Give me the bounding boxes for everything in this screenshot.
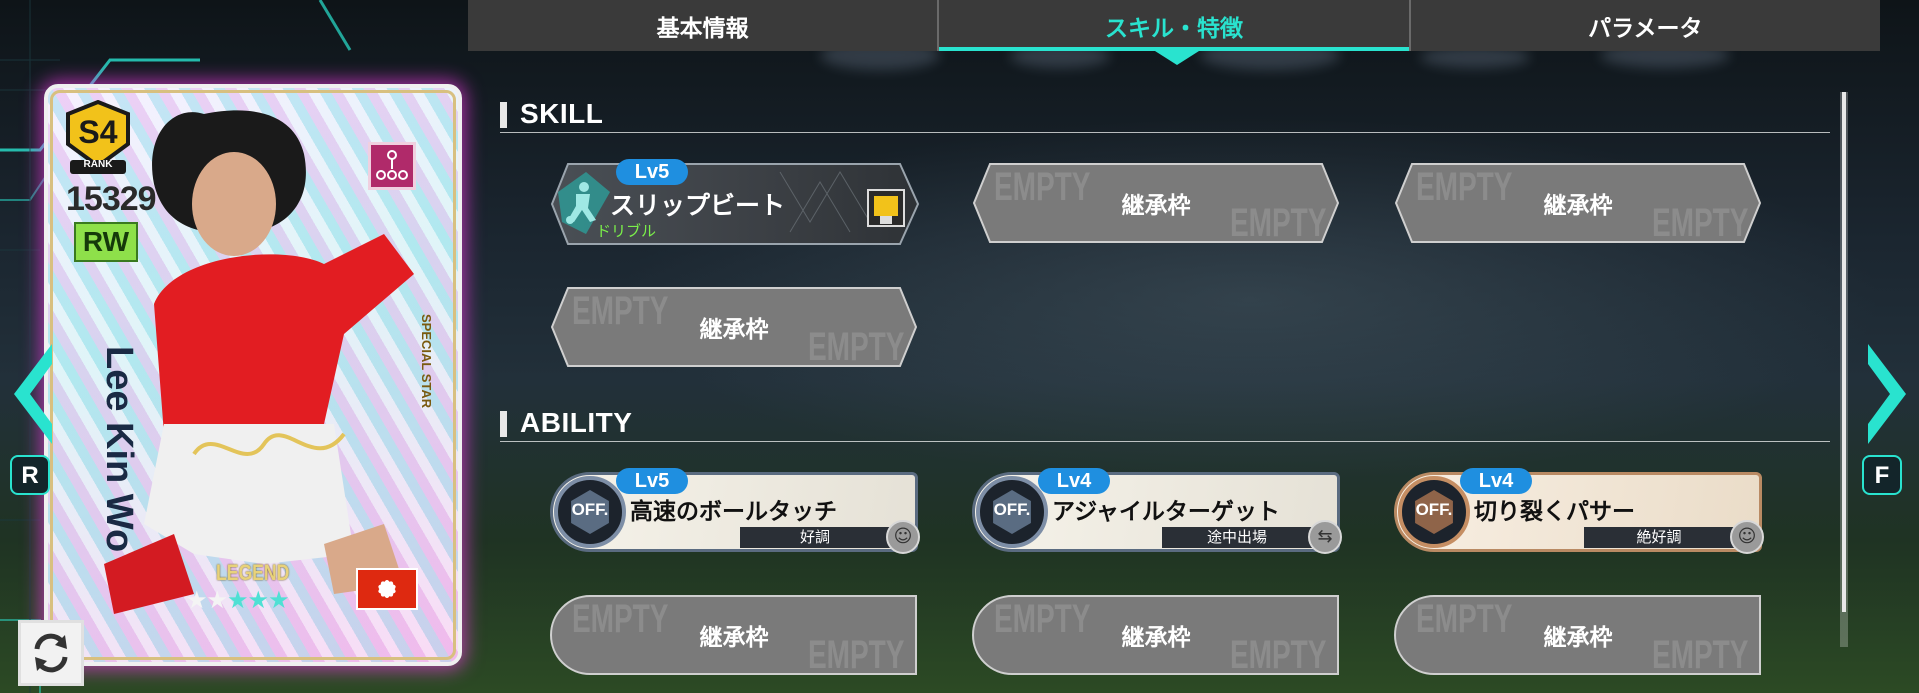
ability-condition: 途中出場 [1162,527,1312,548]
ability-card[interactable]: OFF. Lv4 切り裂くパサー 絶好調 ☺ [1394,468,1764,554]
section-marker [500,102,507,128]
substitute-icon: ⇆ [1308,520,1342,554]
tab-label: パラメータ [1588,15,1703,42]
offense-badge-icon: OFF. [1398,476,1470,548]
tab-label: 基本情報 [656,15,749,42]
ability-name: 高速のボールタッチ [630,499,837,525]
smile-face-icon: ☺ [1730,520,1764,554]
ability-inherit-slot[interactable]: EMPTY EMPTY 継承枠 [972,595,1340,677]
smile-face-icon: ☺ [886,520,920,554]
section-title: ABILITY [520,407,633,438]
ability-name: アジャイルターゲット [1052,499,1280,525]
skill-category: ドリブル [596,222,657,240]
star-icon: ★ [227,586,248,614]
skill-name: スリップビート [610,191,786,220]
card-edition: SPECIAL STAR [419,314,434,409]
star-icon: ★ [186,586,207,614]
prev-key-hint[interactable]: R [10,455,50,495]
skill-inherit-slot[interactable]: EMPTY EMPTY 継承枠 [972,163,1340,245]
refresh-icon [34,633,68,673]
slot-label: 継承枠 [1543,625,1613,651]
ability-level-pill: Lv5 [616,468,688,494]
goal-target-icon [866,188,906,228]
player-card: S4 RANK 15329 RW Lee Kin Wo SPECIAL STAR… [44,84,462,666]
skill-inherit-slot[interactable]: EMPTY EMPTY 継承枠 [1394,163,1762,245]
badge-text: OFF. [571,500,609,519]
ability-inherit-slot[interactable]: EMPTY EMPTY 継承枠 [550,595,918,677]
skill-inherit-slot[interactable]: EMPTY EMPTY 継承枠 [550,287,918,369]
ability-card[interactable]: OFF. Lv4 アジャイルターゲット 途中出場 ⇆ [972,468,1342,554]
prev-player-arrow-icon[interactable] [8,340,58,448]
star-icon: ★ [247,586,269,614]
tab-skills-traits[interactable]: スキル・特徴 [937,0,1409,51]
star-icon: ★ [206,586,228,614]
badge-text: OFF. [1415,500,1453,519]
card-type-label: LEGEND [216,560,290,585]
slot-label: 継承枠 [1543,193,1613,219]
slot-label: 継承枠 [699,317,769,343]
tab-bar: 基本情報 スキル・特徴 パラメータ [468,0,1880,51]
section-title: SKILL [520,98,604,129]
ability-level-pill: Lv4 [1038,468,1110,494]
slot-label: 継承枠 [1121,193,1191,219]
ability-name: 切り裂くパサー [1474,499,1635,525]
slot-label: 継承枠 [1121,625,1191,651]
tab-basic-info[interactable]: 基本情報 [468,0,937,51]
active-tab-caret-icon [1155,51,1199,65]
ability-inherit-slot[interactable]: EMPTY EMPTY 継承枠 [1394,595,1762,677]
ability-level-pill: Lv4 [1460,468,1532,494]
section-marker [500,411,507,437]
hong-kong-flag [356,568,418,610]
ability-card[interactable]: OFF. Lv5 高速のボールタッチ 好調 ☺ [550,468,920,554]
scrollbar-thumb[interactable] [1842,92,1846,612]
player-name: Lee Kin Wo [98,346,140,553]
star-icon: ★ [268,586,289,614]
next-player-arrow-icon[interactable] [1862,340,1912,448]
skill-slot-card[interactable]: Lv5 スリップビート ドリブル [550,159,920,246]
offense-badge-icon: OFF. [554,476,626,548]
badge-text: OFF. [993,500,1031,519]
offense-badge-icon: OFF. [976,476,1048,548]
tab-parameters[interactable]: パラメータ [1408,0,1880,51]
ability-section-header: ABILITY [500,407,1830,442]
ability-condition: 絶好調 [1584,527,1734,548]
skill-level-pill: Lv5 [616,159,688,185]
refresh-button[interactable] [18,620,84,686]
rarity-stars: ★★★★★ [186,586,290,614]
slot-label: 継承枠 [699,625,769,651]
ability-condition: 好調 [740,527,890,548]
next-key-hint[interactable]: F [1862,455,1902,495]
tab-label: スキル・特徴 [1104,15,1243,42]
skill-section-header: SKILL [500,98,1830,133]
